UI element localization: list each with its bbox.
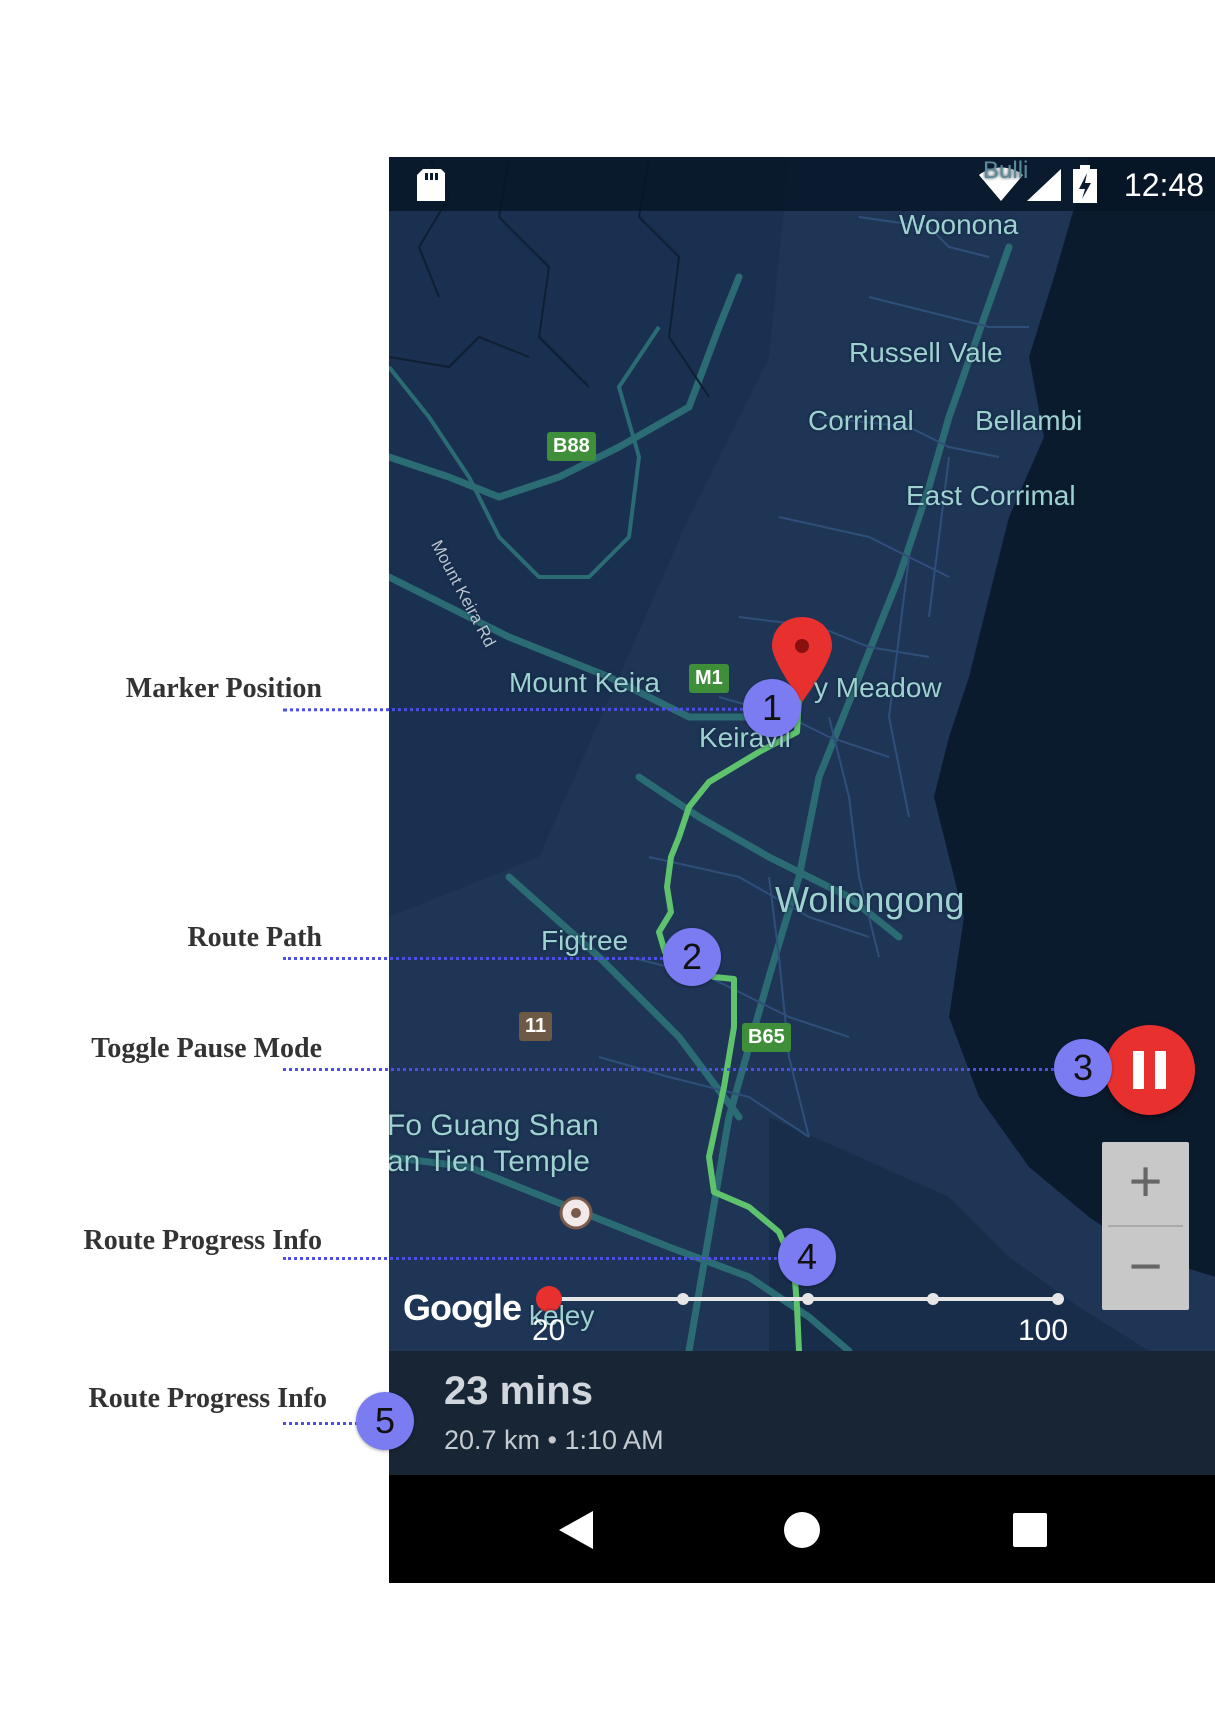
annotation-label-route-progress-info: Route Progress Info	[88, 1383, 327, 1414]
zoom-controls: + −	[1102, 1142, 1189, 1310]
place-label-figtree: Figtree	[541, 925, 629, 956]
leader-line-4	[283, 1257, 783, 1260]
place-label-wollongong: Wollongong	[775, 879, 965, 920]
zoom-out-button[interactable]: −	[1102, 1227, 1189, 1310]
slider-min-label: 20	[532, 1314, 566, 1347]
google-attribution-logo: Google	[403, 1287, 522, 1328]
annotation-badge-3: 3	[1054, 1039, 1112, 1097]
battery-charging-icon	[1073, 165, 1097, 203]
annotation-label-route-progress: Route Progress Info	[83, 1225, 322, 1256]
system-nav-bar	[389, 1475, 1215, 1583]
leader-line-5	[283, 1422, 358, 1425]
place-label-corrimal: Corrimal	[808, 405, 914, 436]
leader-line-3	[283, 1068, 1060, 1071]
annotation-badge-2: 2	[663, 928, 721, 986]
annotation-badge-5: 5	[356, 1392, 414, 1450]
place-label-meadow: y Meadow	[814, 672, 942, 703]
status-bar: 12:48	[389, 157, 1215, 211]
route-info-panel: 23 mins 20.7 km • 1:10 AM	[389, 1351, 1215, 1475]
back-icon[interactable]	[559, 1511, 593, 1549]
place-label-fo-guang-shan: Fo Guang Shan	[389, 1109, 599, 1142]
place-label-bellambi: Bellambi	[975, 405, 1083, 436]
road-shield-m1: M1	[689, 664, 729, 693]
pause-button[interactable]	[1105, 1025, 1195, 1115]
annotation-badge-1: 1	[743, 679, 801, 737]
place-label-russell-vale: Russell Vale	[849, 337, 1003, 368]
place-label-east-corrimal: East Corrimal	[906, 480, 1076, 511]
leader-line-2	[283, 957, 663, 960]
annotation-label-toggle-pause: Toggle Pause Mode	[91, 1033, 322, 1064]
place-label-mount-keira: Mount Keira	[509, 667, 660, 698]
road-shield-b88: B88	[547, 432, 596, 461]
slider-max-label: 100	[1018, 1314, 1069, 1347]
status-time: 12:48	[1123, 167, 1204, 203]
annotation-label-route-path: Route Path	[187, 922, 322, 953]
route-details: 20.7 km • 1:10 AM	[444, 1425, 664, 1455]
place-label-woonona: Woonona	[899, 209, 1019, 240]
home-icon[interactable]	[783, 1511, 821, 1549]
phone-screen: 12:48 Bulli Woonona Russell Vale Corrima…	[389, 157, 1215, 1583]
cell-signal-icon	[1027, 169, 1061, 201]
sd-card-icon	[417, 169, 445, 201]
road-shield-b65: B65	[742, 1023, 791, 1052]
place-label-nan-tien-temple: an Tien Temple	[389, 1145, 590, 1178]
zoom-in-button[interactable]: +	[1102, 1142, 1189, 1225]
annotation-label-marker-position: Marker Position	[125, 673, 322, 704]
annotation-badge-4: 4	[778, 1228, 836, 1286]
place-label-bulli: Bulli	[983, 157, 1029, 184]
route-eta: 23 mins	[444, 1369, 593, 1413]
road-shield-11: 11	[519, 1012, 553, 1041]
recents-icon[interactable]	[1013, 1513, 1047, 1547]
